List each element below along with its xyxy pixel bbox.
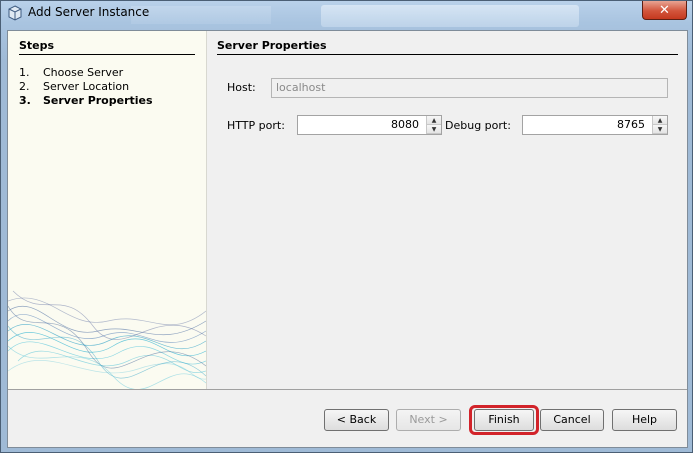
decorative-waves-image xyxy=(8,290,206,389)
step-label: Server Location xyxy=(43,80,130,93)
finish-button[interactable]: Finish xyxy=(474,409,534,431)
dialog-client-area: Steps 1. Choose Server 2. Server Location … xyxy=(7,30,688,448)
steps-title: Steps xyxy=(19,39,55,52)
debug-port-spinner[interactable]: 8765 ▲ ▼ xyxy=(522,115,668,135)
step-server-properties: 3. Server Properties xyxy=(19,94,153,107)
step-label: Choose Server xyxy=(43,66,124,79)
http-port-value: 8080 xyxy=(391,118,419,131)
steps-panel: Steps 1. Choose Server 2. Server Location … xyxy=(8,31,207,389)
step-choose-server: 1. Choose Server xyxy=(19,66,123,79)
debug-port-value: 8765 xyxy=(617,118,645,131)
back-button[interactable]: < Back xyxy=(324,409,389,431)
close-button[interactable]: ✕ xyxy=(642,1,687,20)
spin-down-icon[interactable]: ▼ xyxy=(653,125,667,134)
debug-port-spin-buttons: ▲ ▼ xyxy=(652,116,667,134)
steps-divider xyxy=(19,54,195,55)
close-icon: ✕ xyxy=(659,2,670,18)
http-port-spinner[interactable]: 8080 ▲ ▼ xyxy=(297,115,442,135)
spin-down-icon[interactable]: ▼ xyxy=(427,125,441,134)
http-port-spin-buttons: ▲ ▼ xyxy=(426,116,441,134)
title-bar-glow xyxy=(131,6,271,24)
step-number: 2. xyxy=(19,80,30,93)
step-number: 1. xyxy=(19,66,30,79)
step-number: 3. xyxy=(19,94,31,107)
page-title: Server Properties xyxy=(217,39,327,52)
title-bar[interactable]: Add Server Instance ✕ xyxy=(1,1,692,27)
button-bar-divider xyxy=(8,389,687,390)
http-port-label: HTTP port: xyxy=(227,119,285,132)
window-title: Add Server Instance xyxy=(28,5,150,19)
host-field[interactable]: localhost xyxy=(271,78,668,98)
help-button[interactable]: Help xyxy=(612,409,677,431)
host-label: Host: xyxy=(227,81,256,94)
cancel-button[interactable]: Cancel xyxy=(540,409,604,431)
debug-port-label: Debug port: xyxy=(445,119,511,132)
dialog-window: Add Server Instance ✕ Steps 1. Choose Ser… xyxy=(0,0,693,453)
title-divider xyxy=(217,54,678,55)
next-button[interactable]: Next > xyxy=(396,409,461,431)
step-label: Server Properties xyxy=(43,94,153,107)
title-bar-glow-right xyxy=(321,5,579,27)
app-icon xyxy=(8,5,22,21)
step-server-location: 2. Server Location xyxy=(19,80,129,93)
